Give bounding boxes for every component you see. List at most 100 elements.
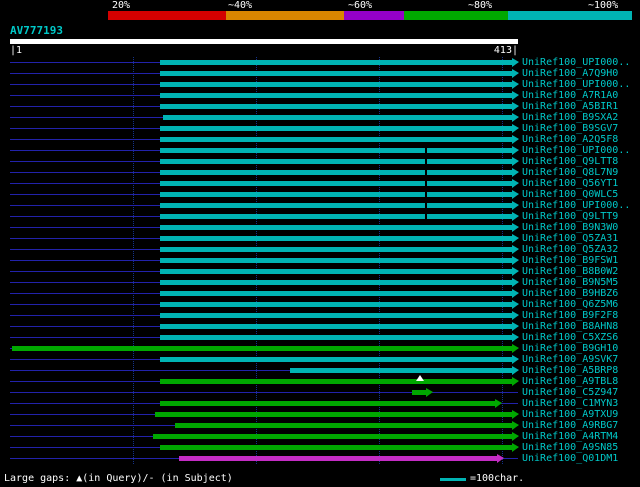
hit-label[interactable]: UniRef100_B9GH10	[522, 343, 618, 354]
hit-bar[interactable]	[163, 115, 512, 120]
hit-arrowhead-icon	[512, 333, 519, 342]
scale-segment-red	[108, 11, 226, 20]
hit-label[interactable]: UniRef100_Q5ZA32	[522, 244, 618, 255]
scale-label: ~100%	[588, 1, 618, 11]
hit-row: UniRef100_A4RTM4	[0, 431, 640, 442]
hit-bar[interactable]	[153, 434, 512, 439]
hit-arrowhead-icon	[512, 300, 519, 309]
hit-bar[interactable]	[160, 137, 512, 142]
hit-bar[interactable]	[160, 225, 512, 230]
hit-bar[interactable]	[160, 181, 512, 186]
hit-label[interactable]: UniRef100_A9SN85	[522, 442, 618, 453]
hit-bar[interactable]	[160, 291, 512, 296]
hit-label[interactable]: UniRef100_A4RTM4	[522, 431, 618, 442]
hit-bar[interactable]	[160, 401, 495, 406]
gap-query-marker	[416, 375, 424, 381]
hit-label[interactable]: UniRef100_C5Z947	[522, 387, 618, 398]
hit-label[interactable]: UniRef100_Q0WLC5	[522, 189, 618, 200]
hit-row: UniRef100_Q5ZA31	[0, 233, 640, 244]
hit-label[interactable]: UniRef100_A7Q9H0	[522, 68, 618, 79]
hit-bar[interactable]	[160, 324, 512, 329]
hit-label[interactable]: UniRef100_Q9LTT9	[522, 211, 618, 222]
hit-bar[interactable]	[160, 203, 512, 208]
hit-label[interactable]: UniRef100_UPI000..	[522, 79, 630, 90]
hit-label[interactable]: UniRef100_B9F2F8	[522, 310, 618, 321]
hit-row: UniRef100_B9FSW1	[0, 255, 640, 266]
hit-arrowhead-icon	[512, 234, 519, 243]
hit-label[interactable]: UniRef100_UPI000..	[522, 57, 630, 68]
hit-bar[interactable]	[160, 148, 512, 153]
hit-label[interactable]: UniRef100_Q56YT1	[522, 178, 618, 189]
hit-bar[interactable]	[179, 456, 497, 461]
hit-label[interactable]: UniRef100_B9SGV7	[522, 123, 618, 134]
hit-arrowhead-icon	[512, 421, 519, 430]
hit-bar[interactable]	[160, 214, 512, 219]
hit-label[interactable]: UniRef100_Q5ZA31	[522, 233, 618, 244]
hit-label[interactable]: UniRef100_A9SVK7	[522, 354, 618, 365]
hit-bar[interactable]	[155, 412, 512, 417]
hit-bar[interactable]	[160, 445, 512, 450]
hit-bar[interactable]	[160, 82, 512, 87]
hit-bar[interactable]	[160, 60, 512, 65]
hit-arrowhead-icon	[512, 245, 519, 254]
hit-arrowhead-icon	[512, 179, 519, 188]
hit-bar[interactable]	[160, 126, 512, 131]
hit-label[interactable]: UniRef100_B9FSW1	[522, 255, 618, 266]
hit-label[interactable]: UniRef100_B9HBZ6	[522, 288, 618, 299]
hit-label[interactable]: UniRef100_A5BIR1	[522, 101, 618, 112]
hit-bar[interactable]	[160, 71, 512, 76]
legend-bar: Large gaps: ▲(in Query)/- (in Subject) =…	[0, 470, 640, 487]
hit-label[interactable]: UniRef100_Q6Z5M6	[522, 299, 618, 310]
hit-label[interactable]: UniRef100_A9TXU9	[522, 409, 618, 420]
hit-bar[interactable]	[160, 159, 512, 164]
hit-bar[interactable]	[160, 357, 512, 362]
hit-label[interactable]: UniRef100_A9TBL8	[522, 376, 618, 387]
hit-label[interactable]: UniRef100_UPI000..	[522, 200, 630, 211]
hit-bar[interactable]	[160, 170, 512, 175]
hit-bar[interactable]	[160, 93, 512, 98]
hit-label[interactable]: UniRef100_B8B0W2	[522, 266, 618, 277]
hit-bar[interactable]	[175, 423, 512, 428]
hit-bar[interactable]	[290, 368, 512, 373]
hit-label[interactable]: UniRef100_C5XZS6	[522, 332, 618, 343]
hit-bar[interactable]	[160, 104, 512, 109]
hit-bar[interactable]	[160, 302, 512, 307]
hit-label[interactable]: UniRef100_A2Q5F8	[522, 134, 618, 145]
hit-bar[interactable]	[160, 236, 512, 241]
query-bar	[10, 39, 518, 44]
hit-label[interactable]: UniRef100_B9N5M5	[522, 277, 618, 288]
hit-label[interactable]: UniRef100_Q8L7N9	[522, 167, 618, 178]
hit-bar[interactable]	[160, 335, 512, 340]
hit-bar[interactable]	[160, 379, 512, 384]
hit-row: UniRef100_Q6Z5M6	[0, 299, 640, 310]
hit-label[interactable]: UniRef100_B8AHN8	[522, 321, 618, 332]
hit-label[interactable]: UniRef100_UPI000..	[522, 145, 630, 156]
hit-label[interactable]: UniRef100_Q9LTT8	[522, 156, 618, 167]
hit-label[interactable]: UniRef100_A9RBG7	[522, 420, 618, 431]
hit-label[interactable]: UniRef100_B9SXA2	[522, 112, 618, 123]
hit-label[interactable]: UniRef100_A7R1A0	[522, 90, 618, 101]
hit-row: UniRef100_B8AHN8	[0, 321, 640, 332]
hit-label[interactable]: UniRef100_C1MYN3	[522, 398, 618, 409]
gap-subject-marker	[425, 148, 427, 153]
hit-label[interactable]: UniRef100_A5BRP8	[522, 365, 618, 376]
hit-label[interactable]: UniRef100_B9N3W0	[522, 222, 618, 233]
hit-arrowhead-icon	[512, 201, 519, 210]
hit-bar[interactable]	[12, 346, 512, 351]
blast-graphic-overview: 20%~40%~60%~80%~100% AV777193 |1 413| Un…	[0, 0, 640, 487]
hit-row: UniRef100_Q8L7N9	[0, 167, 640, 178]
hit-row: UniRef100_A5BIR1	[0, 101, 640, 112]
gap-subject-marker	[425, 192, 427, 197]
hit-arrowhead-icon	[512, 377, 519, 386]
hit-row: UniRef100_UPI000..	[0, 200, 640, 211]
hit-bar[interactable]	[160, 280, 512, 285]
hit-bar[interactable]	[160, 269, 512, 274]
hit-bar[interactable]	[160, 192, 512, 197]
hit-bar[interactable]	[160, 258, 512, 263]
hit-label[interactable]: UniRef100_Q01DM1	[522, 453, 618, 464]
hit-bar[interactable]	[412, 390, 426, 395]
hit-bar[interactable]	[160, 313, 512, 318]
hit-row: UniRef100_UPI000..	[0, 145, 640, 156]
hit-bar[interactable]	[160, 247, 512, 252]
hit-arrowhead-icon	[512, 157, 519, 166]
